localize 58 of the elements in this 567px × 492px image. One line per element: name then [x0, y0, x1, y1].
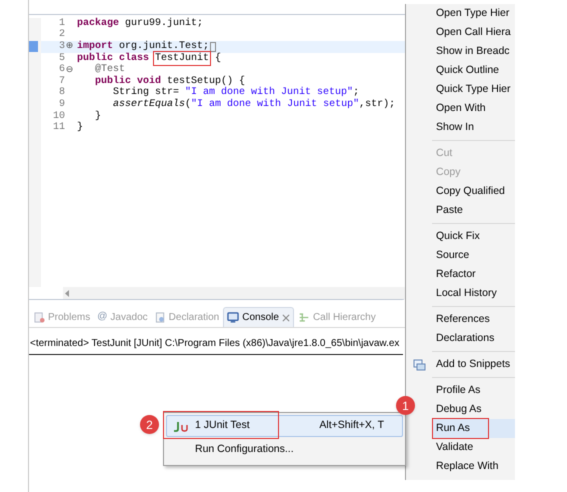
shortcut-label: Alt+Shift+X, T	[319, 418, 385, 434]
code-line: public void testSetup() {	[94, 76, 246, 87]
code-line: String str= "I am done with Junit setup";	[112, 88, 360, 98]
code-editor[interactable]	[29, 14, 406, 300]
menu-item[interactable]: Copy Qualified	[432, 182, 515, 201]
menu-item[interactable]: Show in Breadc	[432, 42, 515, 61]
code-line: }	[76, 123, 84, 134]
menu-item[interactable]: Show In	[432, 118, 515, 137]
menu-item[interactable]: Paste	[432, 201, 515, 220]
monitor-icon	[227, 312, 240, 323]
close-icon[interactable]	[282, 314, 290, 322]
menu-item[interactable]: Quick Type Hier	[432, 80, 515, 99]
line-number: 2	[58, 30, 65, 40]
code-line: @Test	[94, 65, 126, 76]
line-number: 10	[52, 112, 65, 122]
line-number: 6	[58, 65, 65, 76]
panel-tab[interactable]: Console	[223, 307, 294, 327]
horizontal-scrollbar[interactable]	[63, 287, 405, 299]
snippet-icon	[412, 358, 426, 370]
console-status: <terminated> TestJunit [JUnit] C:\Program Files (x86)\Java\jre1.8.0_65\bin\javaw.ex	[30, 338, 400, 349]
menu-item[interactable]: Profile As	[432, 381, 515, 400]
hierarchy-icon	[298, 312, 310, 322]
menu-item[interactable]: Declarations	[432, 329, 515, 348]
code-line: import org.junit.Test;	[76, 42, 210, 52]
code-line: assertEquals("I am done with Junit setup",str);	[112, 100, 396, 110]
menu-item[interactable]: References	[432, 310, 515, 329]
menu-item[interactable]: Run As	[432, 419, 515, 438]
menu-item[interactable]: Local History	[432, 284, 515, 303]
fold-icon[interactable]: ⊕	[66, 42, 74, 52]
line-number: 7	[58, 76, 65, 87]
code-line: package guru99.junit;	[76, 18, 204, 29]
junit-icon	[173, 420, 189, 432]
line-number: 11	[52, 123, 65, 134]
fold-icon[interactable]: ⊖	[66, 66, 74, 75]
menu-item[interactable]: Quick Fix	[432, 227, 515, 246]
menu-item[interactable]: Open With	[432, 99, 515, 118]
menu-item[interactable]: Run Configurations...	[166, 439, 403, 461]
line-number: 8	[58, 88, 65, 98]
document-icon	[154, 312, 166, 322]
menu-item[interactable]: Replace With	[432, 457, 515, 476]
menu-item[interactable]: Refactor	[432, 265, 515, 284]
problems-icon	[34, 312, 45, 322]
code-line: public class TestJunit {	[76, 54, 222, 64]
code-line: }	[94, 112, 102, 122]
menu-item[interactable]: Validate	[432, 438, 515, 457]
line-number: 9	[58, 100, 65, 110]
line-number: 3	[58, 42, 65, 52]
menu-item[interactable]: Open Call Hiera	[432, 23, 515, 42]
at-icon: @	[97, 312, 108, 322]
left-arrow-icon[interactable]	[65, 290, 70, 296]
line-number: 5	[58, 54, 65, 64]
line-number: 1	[58, 18, 65, 29]
menu-item[interactable]: Debug As	[432, 400, 515, 419]
menu-item[interactable]: Source	[432, 246, 515, 265]
step-badge: 2	[140, 415, 159, 434]
menu-item[interactable]: Open Type Hier	[432, 4, 515, 23]
menu-item[interactable]: Add to Snippets	[432, 355, 515, 374]
menu-item[interactable]: Quick Outline	[432, 61, 515, 80]
